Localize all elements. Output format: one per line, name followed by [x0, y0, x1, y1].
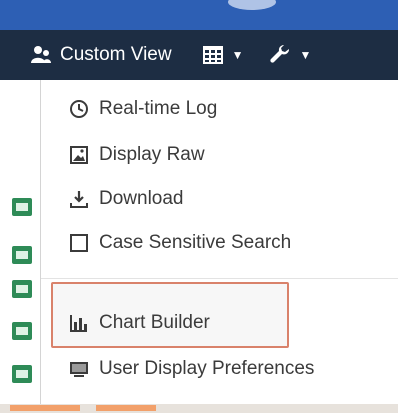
bar-chart-icon — [70, 315, 87, 332]
bottom-tab — [10, 405, 80, 411]
download-icon — [70, 191, 88, 208]
custom-view-label: Custom View — [60, 44, 172, 65]
menu-item-label: Display Raw — [99, 144, 205, 165]
display-icon — [70, 362, 88, 377]
menu-item-label: Real-time Log — [99, 98, 218, 119]
top-glow — [228, 0, 276, 10]
tools-dropdown-menu: Real-time Log Display Raw Download Case … — [40, 80, 398, 413]
menu-item-label: Chart Builder — [99, 312, 210, 333]
row-icon-column — [0, 80, 40, 413]
browser-top-strip — [0, 0, 398, 30]
menu-item-user-display-preferences[interactable]: User Display Preferences — [69, 358, 314, 380]
image-icon — [70, 146, 88, 164]
menu-item-display-raw[interactable]: Display Raw — [69, 144, 205, 166]
table-icon — [202, 46, 223, 64]
toolbar: Custom View ▼ ▼ — [0, 30, 398, 80]
menu-divider — [41, 278, 398, 279]
image-row-icon — [12, 198, 32, 216]
users-icon — [31, 46, 51, 63]
clock-icon — [70, 100, 88, 118]
bottom-strip — [0, 404, 398, 413]
caret-down-icon: ▼ — [299, 48, 312, 62]
menu-item-label: Case Sensitive Search — [99, 232, 292, 253]
bottom-tab — [96, 405, 156, 411]
menu-item-download[interactable]: Download — [69, 188, 184, 210]
wrench-icon — [270, 44, 290, 63]
menu-item-real-time-log[interactable]: Real-time Log — [69, 98, 217, 120]
table-view-dropdown[interactable]: ▼ — [202, 30, 244, 80]
image-row-icon — [12, 365, 32, 383]
menu-item-label: User Display Preferences — [99, 358, 315, 379]
menu-item-case-sensitive-search[interactable]: Case Sensitive Search — [69, 232, 291, 254]
custom-view-button[interactable]: Custom View — [0, 30, 172, 80]
menu-item-chart-builder[interactable]: Chart Builder — [69, 312, 210, 334]
checkbox-icon — [70, 234, 88, 252]
image-row-icon — [12, 246, 32, 264]
tools-dropdown[interactable]: ▼ — [269, 30, 311, 80]
caret-down-icon: ▼ — [231, 48, 244, 62]
image-row-icon — [12, 280, 32, 298]
menu-item-label: Download — [99, 188, 184, 209]
image-row-icon — [12, 322, 32, 340]
